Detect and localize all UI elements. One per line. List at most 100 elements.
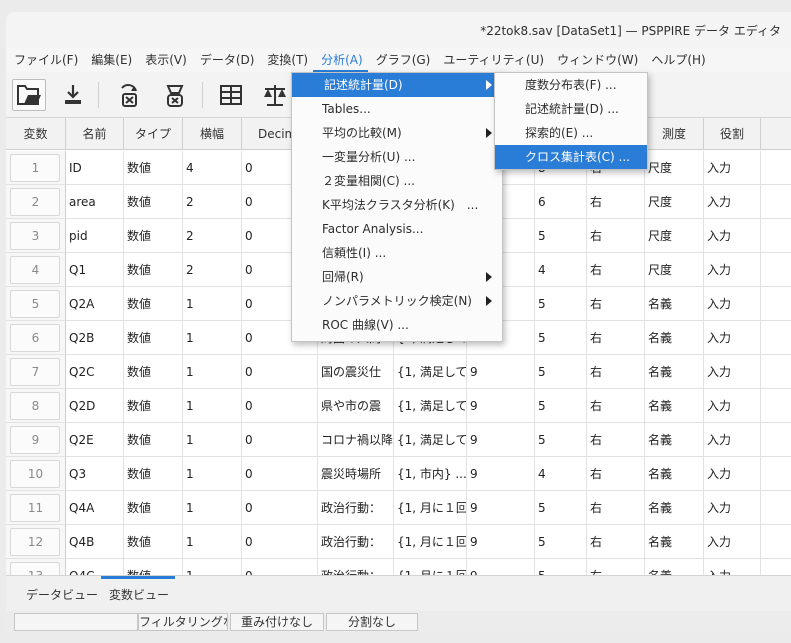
cell-type[interactable]: 数値 xyxy=(124,321,183,355)
cell-values[interactable]: {1, 満足している} xyxy=(394,423,467,457)
cell-measure[interactable]: 尺度 xyxy=(645,185,704,219)
cell-measure[interactable]: 名義 xyxy=(645,355,704,389)
cell-type[interactable]: 数値 xyxy=(124,491,183,525)
cell-width[interactable]: 1 xyxy=(183,423,242,457)
cell-measure[interactable]: 尺度 xyxy=(645,219,704,253)
cell-decimals[interactable]: 0 xyxy=(242,423,318,457)
cell-index[interactable]: 9 xyxy=(6,423,66,457)
cell-missing[interactable]: 9 xyxy=(467,423,535,457)
menu-windows[interactable]: ウィンドウ(W) xyxy=(549,48,643,72)
cell-role[interactable]: 入力 xyxy=(704,321,761,355)
menu-item-roc[interactable]: ROC 曲線(V) ... xyxy=(292,313,502,337)
cell-align[interactable]: 右 xyxy=(587,525,645,559)
submenu-item-explore[interactable]: 探索的(E) ... xyxy=(495,121,647,145)
cell-columns[interactable]: 5 xyxy=(535,491,587,525)
cell-name[interactable]: Q2C xyxy=(66,355,124,389)
weight-cases-button[interactable] xyxy=(258,79,292,111)
cell-width[interactable]: 2 xyxy=(183,185,242,219)
cell-index[interactable]: 5 xyxy=(6,287,66,321)
tab-data-view[interactable]: データビュー xyxy=(26,586,98,603)
cell-type[interactable]: 数値 xyxy=(124,253,183,287)
header-width[interactable]: 横幅 xyxy=(183,118,242,150)
cell-decimals[interactable]: 0 xyxy=(242,389,318,423)
menu-graphs[interactable]: グラフ(G) xyxy=(368,48,436,72)
cell-label[interactable]: 政治行動： xyxy=(318,559,394,575)
cell-name[interactable]: Q2A xyxy=(66,287,124,321)
cell-decimals[interactable]: 0 xyxy=(242,355,318,389)
cell-role[interactable]: 入力 xyxy=(704,253,761,287)
cell-index[interactable]: 2 xyxy=(6,185,66,219)
menu-utilities[interactable]: ユーティリティ(U) xyxy=(435,48,549,72)
cell-type[interactable]: 数値 xyxy=(124,389,183,423)
cell-role[interactable]: 入力 xyxy=(704,185,761,219)
cell-name[interactable]: Q2B xyxy=(66,321,124,355)
cell-index[interactable]: 11 xyxy=(6,491,66,525)
cell-missing[interactable]: 9 xyxy=(467,559,535,575)
cell-name[interactable]: Q2D xyxy=(66,389,124,423)
cell-missing[interactable]: 9 xyxy=(467,389,535,423)
cell-values[interactable]: {1, 満足している} xyxy=(394,355,467,389)
cell-type[interactable]: 数値 xyxy=(124,151,183,185)
menu-item-reliability[interactable]: 信頼性(I) ... xyxy=(292,241,502,265)
cell-width[interactable]: 4 xyxy=(183,151,242,185)
cell-label[interactable]: 県や市の震 xyxy=(318,389,394,423)
cell-width[interactable]: 1 xyxy=(183,491,242,525)
menu-item-univariate[interactable]: 一変量分析(U) ... xyxy=(292,145,502,169)
cell-align[interactable]: 右 xyxy=(587,457,645,491)
cell-measure[interactable]: 尺度 xyxy=(645,253,704,287)
menu-item-regression[interactable]: 回帰(R) xyxy=(292,265,502,289)
cell-type[interactable]: 数値 xyxy=(124,559,183,575)
header-name[interactable]: 名前 xyxy=(66,118,124,150)
menu-transform[interactable]: 変換(T) xyxy=(259,48,313,72)
cell-index[interactable]: 8 xyxy=(6,389,66,423)
menu-item-descriptive[interactable]: 記述統計量(D) xyxy=(292,73,502,97)
submenu-item-descriptives[interactable]: 記述統計量(D) ... xyxy=(495,97,647,121)
cell-type[interactable]: 数値 xyxy=(124,525,183,559)
tab-variable-view[interactable]: 変数ビュー xyxy=(109,586,169,603)
cell-type[interactable]: 数値 xyxy=(124,287,183,321)
cell-align[interactable]: 右 xyxy=(587,559,645,575)
cell-decimals[interactable]: 0 xyxy=(242,457,318,491)
cell-align[interactable]: 右 xyxy=(587,389,645,423)
cell-role[interactable]: 入力 xyxy=(704,151,761,185)
cell-width[interactable]: 1 xyxy=(183,389,242,423)
cell-missing[interactable]: 9 xyxy=(467,491,535,525)
cell-index[interactable]: 13 xyxy=(6,559,66,575)
cell-measure[interactable]: 名義 xyxy=(645,389,704,423)
cell-columns[interactable]: 5 xyxy=(535,321,587,355)
cell-width[interactable]: 1 xyxy=(183,321,242,355)
cell-type[interactable]: 数値 xyxy=(124,219,183,253)
cell-decimals[interactable]: 0 xyxy=(242,525,318,559)
cell-values[interactable]: {1, 月に１回以上 xyxy=(394,559,467,575)
cell-index[interactable]: 3 xyxy=(6,219,66,253)
cell-columns[interactable]: 4 xyxy=(535,457,587,491)
menu-edit[interactable]: 編集(E) xyxy=(83,48,137,72)
cell-columns[interactable]: 4 xyxy=(535,253,587,287)
cell-width[interactable]: 1 xyxy=(183,457,242,491)
cell-type[interactable]: 数値 xyxy=(124,355,183,389)
cell-align[interactable]: 右 xyxy=(587,491,645,525)
cell-role[interactable]: 入力 xyxy=(704,287,761,321)
cell-label[interactable]: コロナ禍以降 xyxy=(318,423,394,457)
cell-align[interactable]: 右 xyxy=(587,321,645,355)
save-file-button[interactable] xyxy=(56,79,90,111)
cell-columns[interactable]: 5 xyxy=(535,389,587,423)
cell-missing[interactable]: 9 xyxy=(467,525,535,559)
cell-index[interactable]: 12 xyxy=(6,525,66,559)
menu-view[interactable]: 表示(V) xyxy=(137,48,192,72)
cell-values[interactable]: {1, 月に１回以上 xyxy=(394,525,467,559)
cell-index[interactable]: 4 xyxy=(6,253,66,287)
cell-width[interactable]: 1 xyxy=(183,559,242,575)
cell-values[interactable]: {1, 月に１回以上 xyxy=(394,491,467,525)
cell-index[interactable]: 7 xyxy=(6,355,66,389)
menu-item-bivariate[interactable]: ２変量相関(C) ... xyxy=(292,169,502,193)
menu-item-factor[interactable]: Factor Analysis... xyxy=(292,217,502,241)
cell-measure[interactable]: 名義 xyxy=(645,525,704,559)
cell-values[interactable]: {1, 満足している} xyxy=(394,389,467,423)
menu-item-tables[interactable]: Tables... xyxy=(292,97,502,121)
cell-name[interactable]: ID xyxy=(66,151,124,185)
cell-role[interactable]: 入力 xyxy=(704,219,761,253)
cell-role[interactable]: 入力 xyxy=(704,491,761,525)
cell-measure[interactable]: 名義 xyxy=(645,457,704,491)
header-role[interactable]: 役割 xyxy=(704,118,761,150)
